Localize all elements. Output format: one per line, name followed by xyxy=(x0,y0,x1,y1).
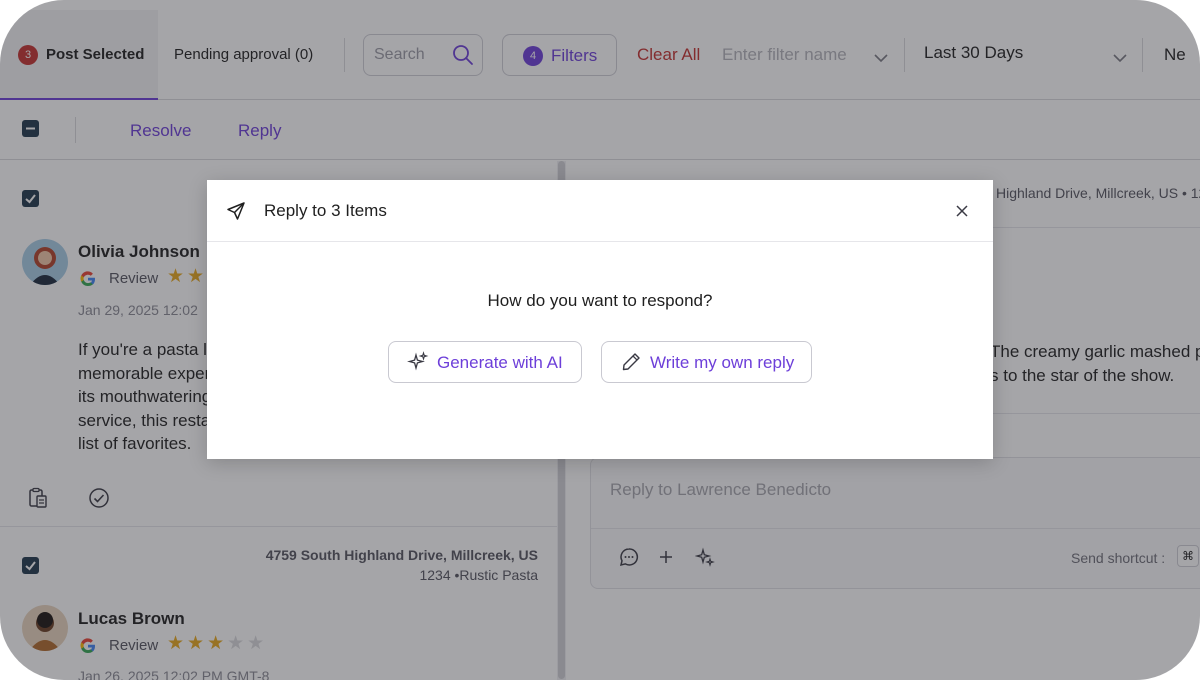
app-window: 3 Post Selected Pending approval (0) 4 F… xyxy=(0,0,1200,680)
modal-question: How do you want to respond? xyxy=(487,291,713,310)
generate-with-ai-button[interactable]: Generate with AI xyxy=(388,341,582,383)
pencil-icon xyxy=(620,351,642,378)
write-own-reply-label: Write my own reply xyxy=(650,353,795,372)
generate-with-ai-label: Generate with AI xyxy=(437,353,563,372)
close-icon[interactable] xyxy=(953,202,971,220)
ai-sparkle-icon xyxy=(407,351,429,378)
write-own-reply-button[interactable]: Write my own reply xyxy=(601,341,812,383)
reply-modal: Reply to 3 Items How do you want to resp… xyxy=(207,180,993,459)
modal-header: Reply to 3 Items xyxy=(207,180,993,242)
modal-title: Reply to 3 Items xyxy=(264,201,387,220)
send-icon xyxy=(226,201,246,226)
